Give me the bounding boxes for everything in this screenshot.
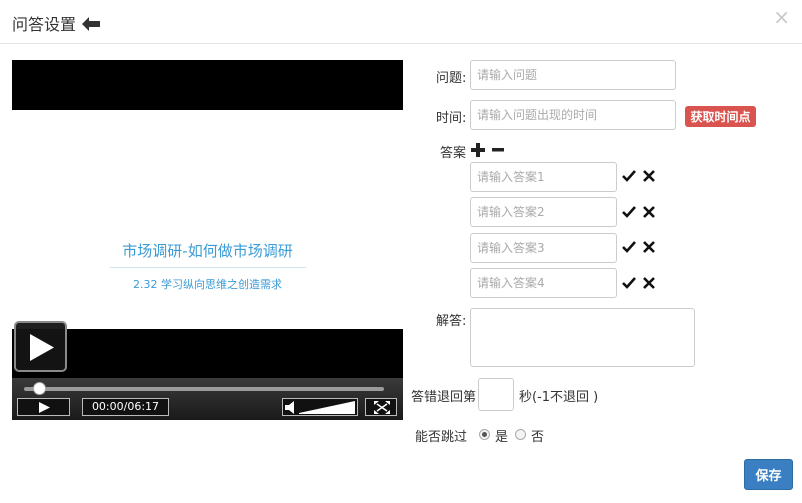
get-time-button[interactable]: 获取时间点 bbox=[685, 106, 756, 127]
fullscreen-button[interactable] bbox=[365, 398, 397, 416]
answer-input-1[interactable] bbox=[470, 162, 617, 192]
slide-divider bbox=[110, 267, 306, 268]
video-frame: 市场调研-如何做市场调研 2.32 学习纵向思维之创造需求 bbox=[12, 110, 403, 329]
skip-yes-label: 是 bbox=[495, 430, 509, 445]
explanation-textarea[interactable] bbox=[470, 308, 695, 367]
big-play-button[interactable] bbox=[14, 321, 67, 372]
skip-no-radio[interactable] bbox=[515, 429, 526, 440]
play-icon bbox=[30, 334, 54, 361]
play-button[interactable] bbox=[17, 398, 70, 416]
x-icon[interactable] bbox=[642, 169, 656, 183]
skip-label: 能否跳过 bbox=[415, 430, 468, 445]
answer-input-4[interactable] bbox=[470, 268, 617, 298]
check-icon[interactable] bbox=[622, 205, 636, 219]
volume-icon bbox=[285, 401, 355, 414]
progress-bar[interactable] bbox=[24, 387, 384, 391]
arrow-left-icon[interactable] bbox=[82, 16, 101, 31]
volume-control[interactable] bbox=[282, 398, 358, 416]
plus-icon[interactable] bbox=[471, 143, 485, 157]
answer-input-2[interactable] bbox=[470, 197, 617, 227]
check-icon[interactable] bbox=[622, 276, 636, 290]
check-icon[interactable] bbox=[622, 169, 636, 183]
video-player[interactable]: 市场调研-如何做市场调研 2.32 学习纵向思维之创造需求 00:00/06:1… bbox=[12, 60, 403, 420]
minus-icon[interactable] bbox=[491, 143, 505, 157]
skip-no-label: 否 bbox=[531, 430, 545, 445]
video-control-bar: 00:00/06:17 bbox=[12, 378, 403, 420]
close-icon[interactable]: × bbox=[773, 7, 790, 27]
slide-subtitle: 2.32 学习纵向思维之创造需求 bbox=[133, 278, 282, 291]
save-button[interactable]: 保存 bbox=[744, 459, 793, 490]
time-input[interactable] bbox=[470, 100, 676, 130]
time-label: 时间: bbox=[436, 111, 467, 126]
check-icon[interactable] bbox=[622, 240, 636, 254]
progress-handle[interactable] bbox=[33, 382, 46, 395]
dialog-header: 问答设置 × bbox=[0, 0, 802, 44]
answers-label: 答案 bbox=[440, 146, 467, 161]
dialog-title-group: 问答设置 bbox=[12, 11, 101, 35]
x-icon[interactable] bbox=[642, 205, 656, 219]
question-label: 问题: bbox=[436, 71, 467, 86]
explanation-label: 解答: bbox=[436, 314, 467, 329]
dialog-title: 问答设置 bbox=[12, 15, 77, 34]
answer-input-3[interactable] bbox=[470, 233, 617, 263]
play-icon bbox=[39, 402, 50, 413]
fullscreen-icon bbox=[374, 401, 390, 414]
retreat-suffix: 秒(-1不退回 ) bbox=[519, 390, 599, 405]
time-display: 00:00/06:17 bbox=[82, 398, 169, 416]
retreat-seconds-input[interactable] bbox=[478, 378, 514, 411]
skip-yes-radio[interactable] bbox=[479, 429, 490, 440]
question-input[interactable] bbox=[470, 60, 676, 90]
retreat-label: 答错退回第 bbox=[411, 390, 477, 405]
slide-title: 市场调研-如何做市场调研 bbox=[122, 242, 293, 260]
x-icon[interactable] bbox=[642, 276, 656, 290]
x-icon[interactable] bbox=[642, 240, 656, 254]
